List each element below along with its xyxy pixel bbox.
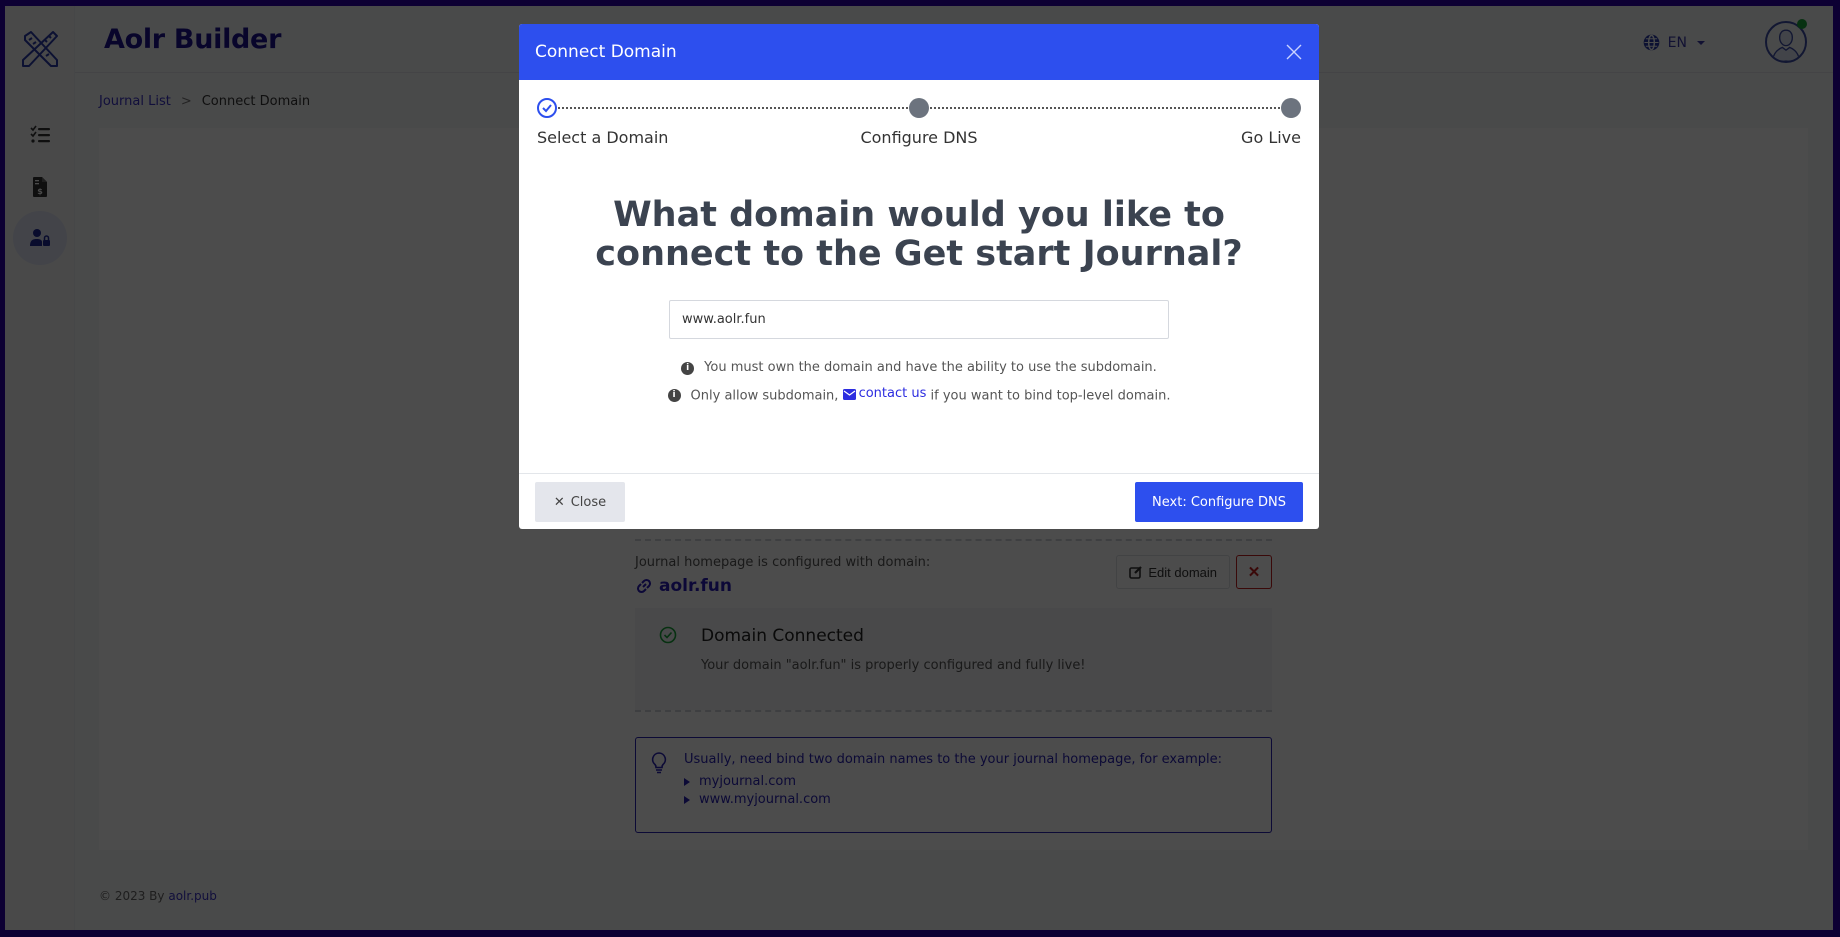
connect-domain-modal: Connect Domain Select a Domain Configure…	[519, 24, 1319, 529]
info-line-ownership: i You must own the domain and have the a…	[519, 355, 1319, 381]
contact-us-text: contact us	[858, 386, 927, 401]
modal-title: Connect Domain	[535, 42, 677, 62]
modal-heading: What domain would you like to connect to…	[595, 195, 1243, 274]
info-line-subdomain: i Only allow subdomain, contact us if yo…	[519, 381, 1319, 410]
step-go-live-indicator[interactable]	[1281, 98, 1301, 118]
next-configure-dns-button[interactable]: Next: Configure DNS	[1135, 482, 1303, 522]
info-prefix: Only allow subdomain,	[690, 388, 839, 404]
step-label: Go Live	[1241, 128, 1301, 147]
modal-header: Connect Domain	[519, 24, 1319, 80]
step-configure-dns-indicator[interactable]	[909, 98, 929, 118]
domain-input[interactable]	[669, 300, 1169, 339]
info-icon: i	[667, 388, 681, 402]
info-suffix: if you want to bind top-level domain.	[930, 388, 1171, 404]
step-select-domain-indicator[interactable]	[537, 98, 557, 118]
info-icon: i	[681, 361, 695, 375]
modal-footer: ✕ Close Next: Configure DNS	[519, 473, 1319, 529]
contact-us-link[interactable]: contact us	[842, 381, 927, 407]
check-icon	[542, 104, 552, 113]
step-label: Configure DNS	[860, 128, 978, 147]
step-label: Select a Domain	[537, 128, 669, 147]
x-icon: ✕	[553, 494, 565, 510]
info-text: Only allow subdomain, contact us if you …	[691, 381, 1171, 410]
close-label: Close	[570, 494, 607, 510]
info-text: You must own the domain and have the abi…	[704, 360, 1157, 375]
info-lines: i You must own the domain and have the a…	[519, 355, 1319, 410]
envelope-icon	[842, 388, 856, 400]
stepper: Select a Domain Configure DNS Go Live	[535, 80, 1303, 160]
close-button[interactable]: ✕ Close	[535, 482, 625, 522]
app-screen: $ Aolr Builder EN	[5, 6, 1833, 930]
close-icon[interactable]	[1283, 41, 1305, 63]
